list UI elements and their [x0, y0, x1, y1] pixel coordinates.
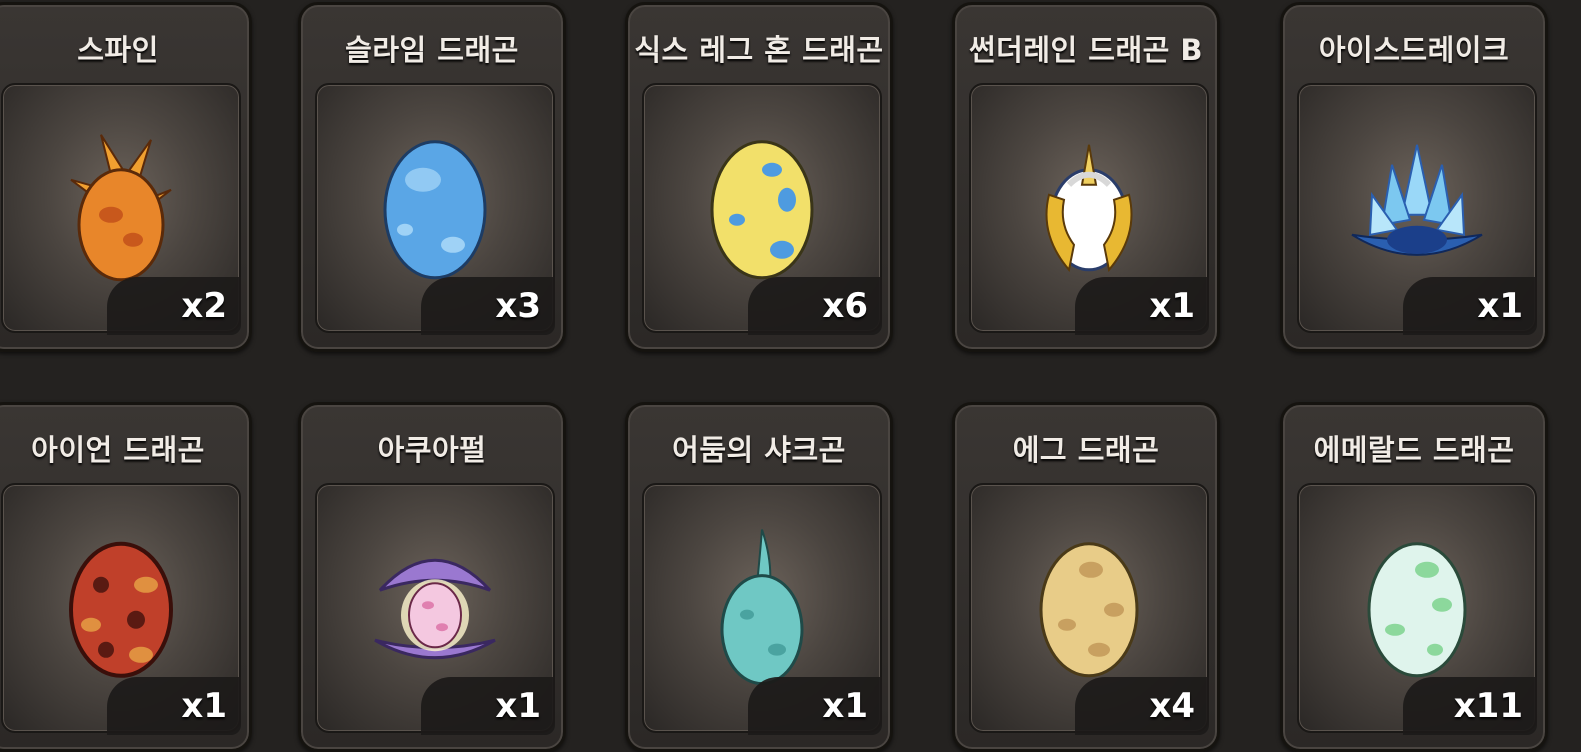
egg-name: 아이언 드래곤 — [31, 433, 205, 467]
egg-card-2[interactable]: 식스 레그 혼 드래곤 x6 — [625, 2, 893, 352]
quantity-badge: x2 — [107, 277, 241, 335]
egg-slot: x3 — [315, 83, 555, 335]
quantity-badge: x6 — [748, 277, 882, 335]
quantity-badge: x11 — [1403, 677, 1537, 735]
egg-slot: x11 — [1297, 483, 1537, 735]
quantity-badge: x1 — [1403, 277, 1537, 335]
pearl-shell-egg-icon — [374, 558, 496, 660]
egg-name: 어둠의 샤크곤 — [672, 433, 846, 467]
egg-slot: x1 — [315, 483, 555, 735]
egg-name: 스파인 — [77, 33, 159, 67]
quantity-badge: x4 — [1075, 677, 1209, 735]
egg-name: 썬더레인 드래곤 B — [968, 33, 1204, 67]
quantity-badge: x1 — [748, 677, 882, 735]
red-iron-egg-icon — [69, 541, 173, 678]
egg-card-3[interactable]: 썬더레인 드래곤 B x1 — [952, 2, 1220, 352]
egg-card-4[interactable]: 아이스드레이크 x1 — [1280, 2, 1548, 352]
egg-name: 에그 드래곤 — [1012, 433, 1160, 467]
golden-winged-egg-icon — [1045, 144, 1133, 273]
egg-slot: x6 — [642, 83, 882, 335]
egg-name: 아이스드레이크 — [1318, 33, 1510, 67]
egg-card-8[interactable]: 에그 드래곤 x4 — [952, 402, 1220, 752]
egg-slot: x1 — [1, 483, 241, 735]
egg-slot: x1 — [1297, 83, 1537, 335]
quantity-badge: x1 — [1075, 277, 1209, 335]
egg-name: 슬라임 드래곤 — [345, 33, 519, 67]
blue-slime-egg-icon — [383, 140, 487, 280]
quantity-badge: x1 — [107, 677, 241, 735]
egg-card-5[interactable]: 아이언 드래곤 x1 — [0, 402, 252, 752]
egg-card-7[interactable]: 어둠의 샤크곤 x1 — [625, 402, 893, 752]
egg-card-1[interactable]: 슬라임 드래곤 x3 — [298, 2, 566, 352]
egg-name: 에메랄드 드래곤 — [1313, 433, 1515, 467]
egg-slot: x4 — [969, 483, 1209, 735]
quantity-badge: x3 — [421, 277, 555, 335]
egg-card-0[interactable]: 스파인 x2 — [0, 2, 252, 352]
quantity-badge: x1 — [421, 677, 555, 735]
egg-card-9[interactable]: 에메랄드 드래곤 x11 — [1280, 402, 1548, 752]
emerald-spotted-egg-icon — [1367, 542, 1467, 678]
teal-fin-egg-icon — [720, 529, 804, 686]
yellow-spotted-egg-icon — [710, 140, 814, 280]
egg-slot: x2 — [1, 83, 241, 335]
egg-inventory-grid: 스파인 x2 슬라임 드래곤 x3 식스 레그 혼 드래곤 x6 썬더레인 드래… — [0, 0, 1581, 752]
egg-name: 아쿠아펄 — [377, 433, 487, 467]
egg-slot: x1 — [642, 483, 882, 735]
tan-spotted-egg-icon — [1039, 542, 1139, 678]
egg-slot: x1 — [969, 83, 1209, 335]
spiky-orange-egg-icon — [70, 134, 172, 282]
egg-name: 식스 레그 혼 드래곤 — [634, 33, 884, 67]
ice-crystal-egg-icon — [1351, 144, 1483, 256]
egg-card-6[interactable]: 아쿠아펄 x1 — [298, 402, 566, 752]
